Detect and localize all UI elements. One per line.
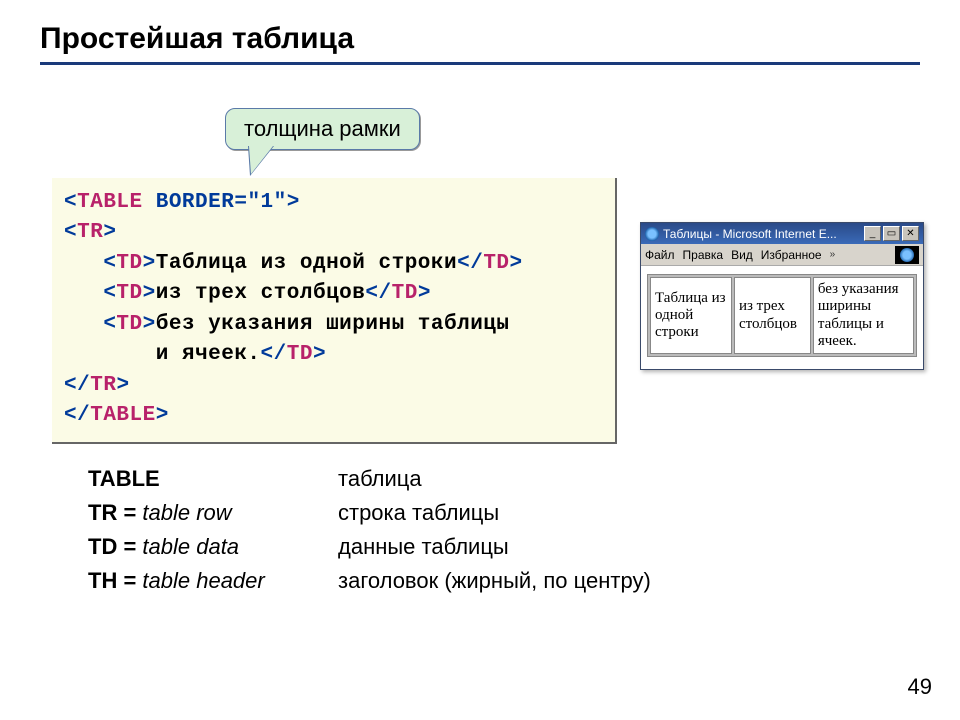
- code-char: </: [261, 343, 287, 366]
- code-char: </: [64, 374, 90, 397]
- glossary-desc: заголовок (жирный, по центру): [338, 568, 651, 594]
- menu-view[interactable]: Вид: [731, 248, 753, 262]
- code-keyword: TD: [116, 252, 142, 275]
- chevron-right-icon[interactable]: »: [830, 249, 836, 260]
- table-cell: без указания ширины таблицы и ячеек.: [813, 277, 914, 354]
- code-keyword: TD: [116, 313, 142, 336]
- code-block: <TABLE BORDER="1"> <TR> <TD>Таблица из о…: [52, 178, 617, 444]
- glossary-term: TD =: [88, 534, 142, 559]
- glossary-term-en: table header: [142, 568, 264, 593]
- code-char: <: [103, 313, 116, 336]
- code-char: <: [64, 221, 77, 244]
- glossary-term: TR =: [88, 500, 142, 525]
- code-text: Таблица из одной строки: [156, 252, 457, 275]
- table-cell: Таблица из одной строки: [650, 277, 732, 354]
- glossary-row: TD = table data данные таблицы: [88, 534, 651, 560]
- menu-edit[interactable]: Правка: [683, 248, 724, 262]
- title-divider: [40, 62, 920, 65]
- menu-file[interactable]: Файл: [645, 248, 675, 262]
- code-char: </: [365, 282, 391, 305]
- code-char: >: [156, 404, 169, 427]
- code-text: и ячеек.: [156, 343, 261, 366]
- code-keyword: TD: [287, 343, 313, 366]
- code-char: BORDER="1">: [143, 191, 300, 214]
- browser-title: Таблицы - Microsoft Internet E...: [663, 227, 862, 241]
- page-title: Простейшая таблица: [40, 22, 920, 56]
- code-keyword: TR: [90, 374, 116, 397]
- code-keyword: TABLE: [77, 191, 143, 214]
- code-text: без указания ширины таблицы: [156, 313, 510, 336]
- code-keyword: TD: [392, 282, 418, 305]
- code-keyword: TD: [116, 282, 142, 305]
- glossary-desc: таблица: [338, 466, 422, 492]
- code-keyword: TABLE: [90, 404, 156, 427]
- code-char: </: [64, 404, 90, 427]
- glossary-term-en: table data: [142, 534, 239, 559]
- throbber-icon: [895, 246, 919, 264]
- code-char: >: [418, 282, 431, 305]
- code-char: >: [103, 221, 116, 244]
- code-char: <: [103, 282, 116, 305]
- browser-window: Таблицы - Microsoft Internet E... _ ▭ ✕ …: [640, 222, 924, 370]
- window-minimize-button[interactable]: _: [864, 226, 881, 241]
- table-cell: из трех столбцов: [734, 277, 811, 354]
- glossary-row: TR = table row строка таблицы: [88, 500, 651, 526]
- glossary-term-en: table row: [142, 500, 231, 525]
- callout: толщина рамки: [225, 108, 420, 150]
- callout-label: толщина рамки: [225, 108, 420, 150]
- glossary-desc: данные таблицы: [338, 534, 509, 560]
- code-keyword: TD: [483, 252, 509, 275]
- browser-menubar: Файл Правка Вид Избранное »: [641, 244, 923, 266]
- page-number: 49: [908, 674, 932, 700]
- code-char: >: [116, 374, 129, 397]
- glossary-row: TH = table header заголовок (жирный, по …: [88, 568, 651, 594]
- code-text: из трех столбцов: [156, 282, 366, 305]
- rendered-table: Таблица из одной строки из трех столбцов…: [647, 274, 917, 357]
- browser-titlebar: Таблицы - Microsoft Internet E... _ ▭ ✕: [641, 223, 923, 244]
- code-char: >: [143, 282, 156, 305]
- window-close-button[interactable]: ✕: [902, 226, 919, 241]
- code-keyword: TR: [77, 221, 103, 244]
- browser-viewport: Таблица из одной строки из трех столбцов…: [641, 266, 923, 369]
- code-char: <: [103, 252, 116, 275]
- glossary-desc: строка таблицы: [338, 500, 499, 526]
- glossary: TABLE таблица TR = table row строка табл…: [88, 466, 651, 602]
- glossary-term: TH =: [88, 568, 142, 593]
- code-char: >: [510, 252, 523, 275]
- window-maximize-button[interactable]: ▭: [883, 226, 900, 241]
- code-char: >: [143, 313, 156, 336]
- menu-favorites[interactable]: Избранное: [761, 248, 822, 262]
- ie-icon: [645, 227, 659, 241]
- table-row: Таблица из одной строки из трех столбцов…: [650, 277, 914, 354]
- code-char: >: [143, 252, 156, 275]
- glossary-row: TABLE таблица: [88, 466, 651, 492]
- glossary-term: TABLE: [88, 466, 160, 491]
- code-char: <: [64, 191, 77, 214]
- code-char: </: [457, 252, 483, 275]
- code-char: >: [313, 343, 326, 366]
